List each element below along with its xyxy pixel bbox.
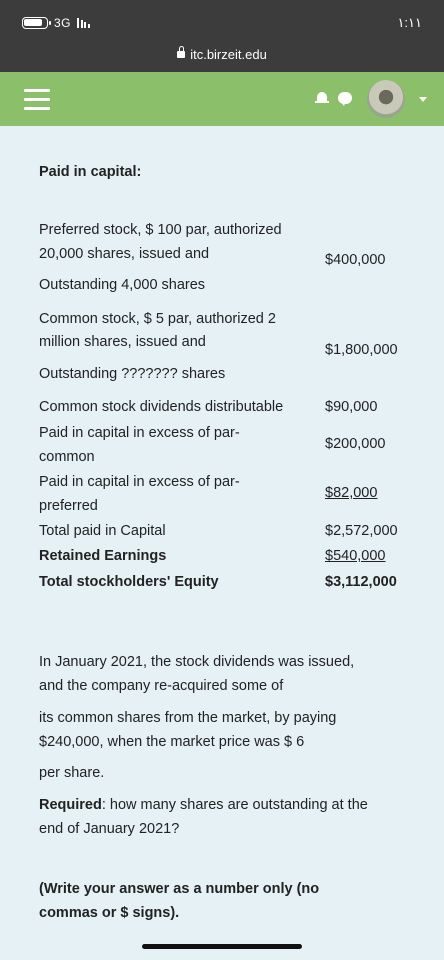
total-equity-label: Total stockholders' Equity xyxy=(39,574,219,590)
question-p2-line-1: its common shares from the market, by pa… xyxy=(39,710,337,726)
url-text: itc.birzeit.edu xyxy=(190,47,267,62)
excess-preferred-line-1: Paid in capital in excess of par- xyxy=(39,474,240,490)
signal-icon xyxy=(77,18,90,28)
retained-earnings-value: $540,000 xyxy=(325,548,386,564)
network-type: 3G xyxy=(54,16,72,30)
common-line-3: Outstanding ??????? shares xyxy=(39,366,226,382)
avatar[interactable] xyxy=(367,80,405,118)
total-paid-value: $2,572,000 xyxy=(325,523,398,539)
chevron-down-icon[interactable] xyxy=(419,97,427,102)
question-p2-line-2: $240,000, when the market price was $ 6 xyxy=(39,734,305,750)
preferred-line-2: 20,000 shares, issued and xyxy=(39,246,210,262)
chat-icon[interactable] xyxy=(338,92,352,106)
common-value: $1,800,000 xyxy=(325,342,398,358)
preferred-value: $400,000 xyxy=(325,252,386,268)
required-label: Required xyxy=(39,797,102,813)
required-line-1: Required: how many shares are outstandin… xyxy=(39,793,368,817)
required-line-2: end of January 2021? xyxy=(39,821,180,837)
section-heading: Paid in capital: xyxy=(39,164,142,180)
common-line-2: million shares, issued and xyxy=(39,334,206,350)
excess-common-line-2: common xyxy=(39,449,95,465)
note-line-2: commas or $ signs). xyxy=(39,905,180,921)
total-equity-value: $3,112,000 xyxy=(325,574,397,590)
status-time: ١:١١ xyxy=(397,15,422,30)
question-p1-line-1: In January 2021, the stock dividends was… xyxy=(39,654,355,670)
note-line-1: (Write your answer as a number only (no xyxy=(39,881,320,897)
excess-common-line-1: Paid in capital in excess of par- xyxy=(39,425,240,441)
excess-preferred-value: $82,000 xyxy=(325,485,378,501)
question-p1-line-2: and the company re-acquired some of xyxy=(39,678,284,694)
dividends-label: Common stock dividends distributable xyxy=(39,399,284,415)
browser-top-bar: 3G ١:١١ itc.birzeit.edu xyxy=(0,0,444,72)
excess-preferred-line-2: preferred xyxy=(39,498,98,514)
address-bar[interactable]: itc.birzeit.edu xyxy=(0,46,444,62)
common-line-1: Common stock, $ 5 par, authorized 2 xyxy=(39,311,276,327)
home-indicator[interactable] xyxy=(142,944,302,949)
lock-icon xyxy=(177,46,186,59)
preferred-line-3: Outstanding 4,000 shares xyxy=(39,277,206,293)
bell-icon[interactable] xyxy=(315,92,329,105)
app-header xyxy=(0,72,444,126)
battery-icon xyxy=(22,17,51,29)
dividends-value: $90,000 xyxy=(325,399,378,415)
total-paid-label: Total paid in Capital xyxy=(39,523,166,539)
required-text: : how many shares are outstanding at the xyxy=(101,797,368,813)
preferred-line-1: Preferred stock, $ 100 par, authorized xyxy=(39,222,282,238)
excess-common-value: $200,000 xyxy=(325,436,386,452)
question-p3: per share. xyxy=(39,765,105,781)
hamburger-icon[interactable] xyxy=(24,89,50,111)
status-left: 3G xyxy=(22,16,90,30)
retained-earnings-label: Retained Earnings xyxy=(39,548,167,564)
